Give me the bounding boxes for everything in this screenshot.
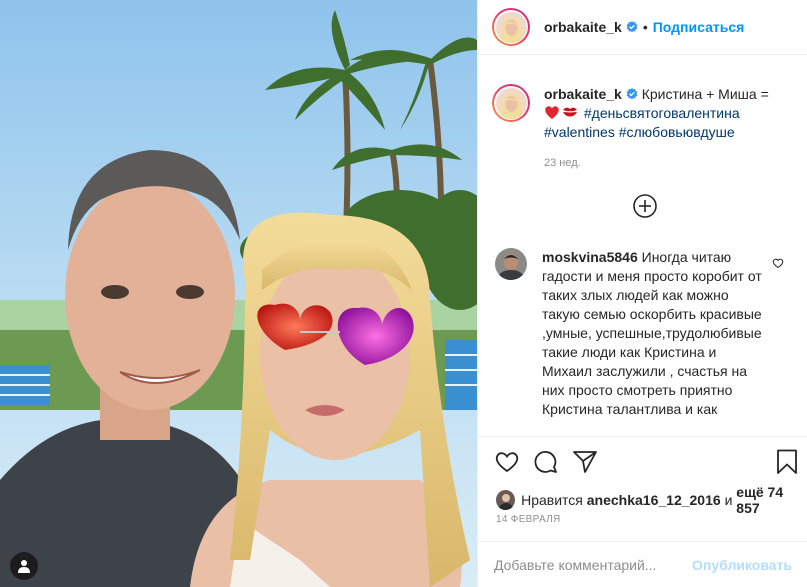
red-heart-emoji-icon bbox=[545, 106, 559, 119]
commenter-avatar[interactable] bbox=[495, 248, 527, 280]
post-header: orbakaite_k • Подписаться bbox=[478, 0, 807, 55]
liker-avatar-image bbox=[496, 490, 516, 510]
verified-badge-icon bbox=[626, 21, 638, 33]
post-date[interactable]: 14 ФЕВРАЛЯ bbox=[496, 514, 561, 525]
caption-timestamp[interactable]: 23 нед. bbox=[544, 154, 799, 173]
comment-bubble-icon[interactable] bbox=[533, 449, 559, 475]
selfie-image bbox=[0, 0, 477, 587]
author-username[interactable]: orbakaite_k bbox=[544, 19, 622, 35]
kiss-mark-emoji-icon bbox=[563, 107, 577, 117]
header-separator: • bbox=[642, 19, 648, 35]
post-photo[interactable] bbox=[0, 0, 477, 587]
comment-input[interactable] bbox=[494, 556, 693, 573]
actions-divider bbox=[478, 436, 807, 437]
liker-username[interactable]: anechka16_12_2016 bbox=[587, 492, 721, 508]
caption-author-avatar[interactable] bbox=[492, 84, 530, 122]
caption-username[interactable]: orbakaite_k bbox=[544, 86, 622, 102]
hashtag-link[interactable]: #деньсвятоговалентина bbox=[584, 105, 740, 121]
likes-and: и bbox=[724, 492, 733, 508]
caption-avatar-image bbox=[495, 87, 527, 119]
add-comment-bar: Опубликовать bbox=[478, 541, 807, 587]
follow-button[interactable]: Подписаться bbox=[653, 19, 745, 35]
likes-prefix: Нравится bbox=[521, 492, 583, 508]
likes-count-link[interactable]: ещё 74 857 bbox=[736, 484, 807, 516]
comment-heart-icon[interactable] bbox=[772, 257, 784, 269]
author-avatar[interactable] bbox=[492, 8, 530, 46]
comment-item: moskvina5846 Иногда читаю гадости и меня… bbox=[495, 248, 800, 419]
like-heart-icon[interactable] bbox=[494, 449, 520, 475]
publish-comment-button[interactable]: Опубликовать bbox=[692, 557, 792, 573]
load-more-comments-icon[interactable] bbox=[632, 193, 658, 219]
comment-text: Иногда читаю гадости и меня просто короб… bbox=[542, 249, 762, 417]
liker-avatar[interactable] bbox=[496, 490, 516, 510]
post-details-panel: orbakaite_k • Подписаться orbakaite_k Кр… bbox=[477, 0, 807, 587]
hashtag-link[interactable]: #valentines bbox=[544, 124, 615, 140]
post-actions bbox=[494, 449, 797, 475]
verified-badge-icon bbox=[626, 88, 638, 100]
tagged-users-button[interactable] bbox=[10, 552, 38, 580]
save-bookmark-icon[interactable] bbox=[774, 449, 800, 475]
share-paper-plane-icon[interactable] bbox=[572, 449, 598, 475]
author-avatar-image bbox=[495, 11, 527, 43]
commenter-username[interactable]: moskvina5846 bbox=[542, 249, 638, 265]
person-icon bbox=[18, 560, 30, 573]
caption-text: Кристина + Миша = bbox=[641, 86, 769, 102]
hashtag-link[interactable]: #слюбовьювдуше bbox=[619, 124, 735, 140]
likes-summary: Нравится anechka16_12_2016 и ещё 74 857 bbox=[496, 484, 807, 516]
post-caption: orbakaite_k Кристина + Миша = #деньсвято… bbox=[492, 84, 802, 173]
commenter-avatar-image bbox=[495, 248, 527, 280]
